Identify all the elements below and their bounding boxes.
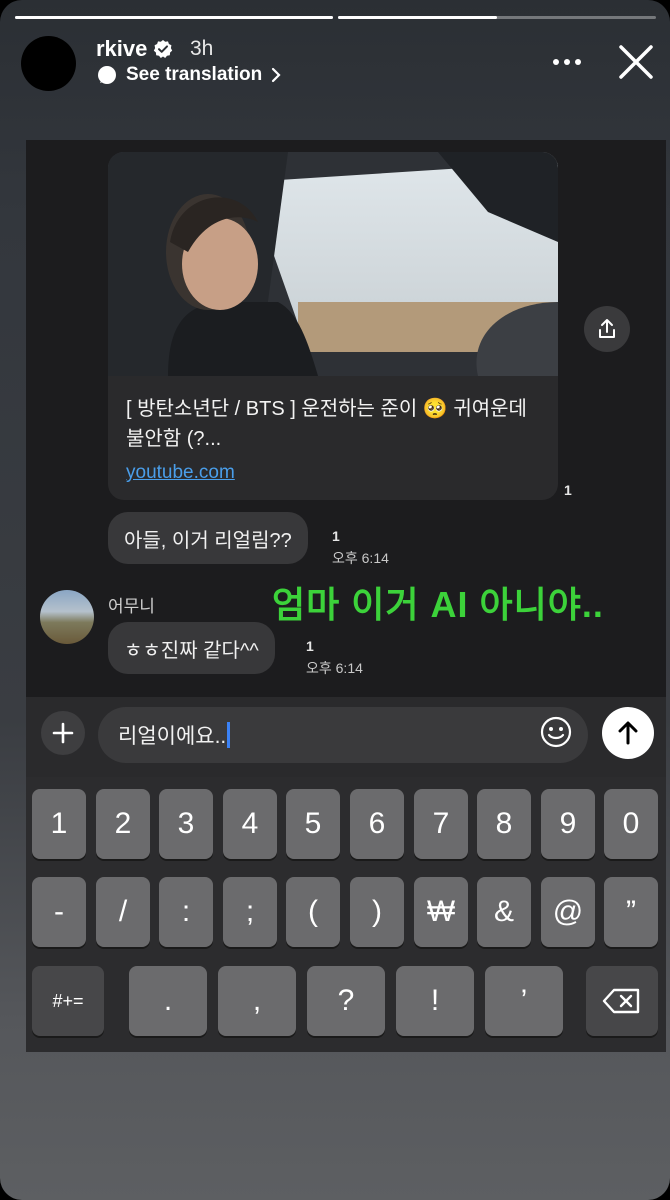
username[interactable]: rkive (96, 36, 173, 62)
story-progress-2 (338, 16, 656, 19)
key[interactable]: @ (541, 877, 595, 947)
key[interactable]: / (96, 877, 150, 947)
message-bubble-incoming[interactable]: ㅎㅎ진짜 같다^^ (108, 622, 275, 674)
backspace-key[interactable] (586, 966, 658, 1036)
see-translation-button[interactable]: See translation (96, 64, 282, 86)
link-preview-card[interactable]: [ 방탄소년단 / BTS ] 운전하는 준이 🥺 귀여운데 불안함 (?...… (108, 152, 558, 500)
video-thumbnail (108, 152, 558, 376)
key[interactable]: ( (286, 877, 340, 947)
see-translation-label: See translation (126, 64, 263, 85)
story-progress-1 (15, 16, 333, 19)
username-text[interactable]: rkive (96, 36, 147, 62)
backspace-icon (602, 988, 640, 1014)
key[interactable]: . (129, 966, 207, 1036)
plus-icon (52, 722, 74, 744)
contact-avatar[interactable] (40, 590, 94, 644)
key[interactable]: , (218, 966, 296, 1036)
message-bubble-outgoing[interactable]: 아들, 이거 리얼림?? (108, 512, 308, 564)
message-read-count: 1 (306, 638, 314, 654)
message-read-count: 1 (332, 528, 340, 544)
post-time: 3h (190, 37, 214, 60)
key[interactable]: 9 (541, 789, 595, 859)
share-button[interactable] (584, 306, 630, 352)
more-options-icon[interactable] (552, 52, 582, 72)
close-icon[interactable] (617, 43, 655, 81)
key[interactable]: 4 (223, 789, 277, 859)
link-card-domain[interactable]: youtube.com (126, 462, 235, 484)
key[interactable]: ) (350, 877, 404, 947)
message-composer: 리얼이에요.. (26, 697, 666, 777)
message-input-text: 리얼이에요.. (118, 725, 227, 748)
chat-screenshot: [ 방탄소년단 / BTS ] 운전하는 준이 🥺 귀여운데 불안함 (?...… (26, 140, 666, 1052)
key[interactable]: - (32, 877, 86, 947)
key[interactable]: 8 (477, 789, 531, 859)
send-button[interactable] (602, 707, 654, 759)
key[interactable]: 1 (32, 789, 86, 859)
profile-avatar[interactable] (21, 36, 76, 91)
contact-name: 어무니 (108, 597, 155, 616)
add-attachment-button[interactable] (41, 711, 85, 755)
message-timestamp: 오후 6:14 (306, 660, 363, 676)
key[interactable]: ₩ (414, 877, 468, 947)
keyboard: 1234567890 - /:;() ₩ & @” #+=.,?!’ (26, 777, 666, 1052)
chevron-right-icon (272, 67, 281, 83)
speech-bubble-icon (98, 66, 116, 84)
key[interactable]: : (159, 877, 213, 947)
message-timestamp: 오후 6:14 (332, 550, 389, 566)
key[interactable]: 5 (286, 789, 340, 859)
link-read-count: 1 (564, 482, 572, 498)
key[interactable]: #+= (32, 966, 104, 1036)
key[interactable]: ! (396, 966, 474, 1036)
message-input[interactable]: 리얼이에요.. (98, 707, 588, 763)
driving-person-image (108, 152, 558, 376)
verified-badge-icon (154, 40, 173, 58)
text-caret (227, 722, 231, 748)
key[interactable]: ; (223, 877, 277, 947)
key[interactable]: ” (604, 877, 658, 947)
key[interactable]: 3 (159, 789, 213, 859)
key[interactable]: 7 (414, 789, 468, 859)
key[interactable]: ? (307, 966, 385, 1036)
story-overlay-caption: 엄마 이거 AI 아니야.. (272, 584, 604, 625)
key[interactable]: ’ (485, 966, 563, 1036)
link-card-title: [ 방탄소년단 / BTS ] 운전하는 준이 🥺 귀여운데 불안함 (?... (126, 398, 527, 450)
key[interactable]: & (477, 877, 531, 947)
story-viewer: rkive 3h See translation [방탄소년단 / BTS]… (0, 0, 670, 1200)
key[interactable]: 0 (604, 789, 658, 859)
share-icon (599, 319, 615, 338)
emoji-icon[interactable] (539, 715, 573, 749)
key[interactable]: 2 (96, 789, 150, 859)
key[interactable]: 6 (350, 789, 404, 859)
arrow-up-icon (618, 721, 638, 745)
